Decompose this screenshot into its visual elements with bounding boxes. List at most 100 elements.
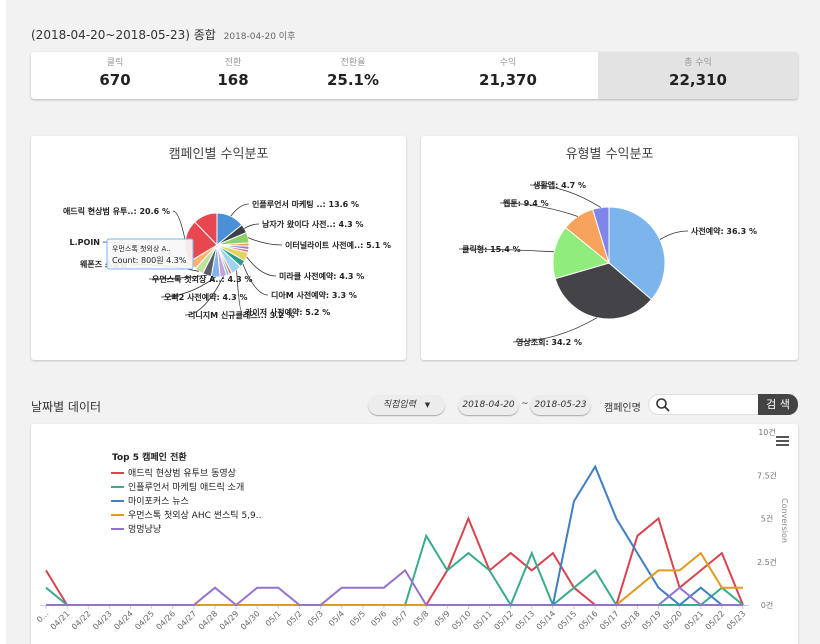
series-line[interactable]	[45, 533, 744, 608]
pie-tooltip-value: Count: 800원 4.3%	[112, 256, 187, 265]
x-tick-label: 05/10	[450, 609, 473, 632]
pie-data-label: 인플루언서 마케팅 ..: 13.6 %	[252, 199, 359, 209]
caret-down-icon: ▼	[424, 401, 431, 409]
x-tick-label: 04/28	[197, 609, 220, 632]
x-tick-label: 05/1	[264, 609, 283, 628]
y-tick-label: 2.5건	[757, 557, 777, 567]
end-date-input[interactable]: 2018-05-23	[530, 395, 591, 415]
x-tick-label: 04/27	[176, 609, 199, 632]
pie-connector-line	[172, 210, 186, 241]
x-tick-label: 04/22	[70, 609, 93, 632]
legend-item: 애드릭 현상범 유투브 동영상	[128, 467, 236, 479]
x-tick-label: 05/3	[306, 609, 325, 628]
pie-data-label: 디아M 사전예약: 3.3 %	[271, 290, 357, 300]
stat-revenue: 수익 21,370	[413, 52, 603, 99]
stat-conversion-rate: 전환율 25.1%	[293, 52, 413, 99]
x-tick-label: 04/21	[49, 609, 72, 632]
x-tick-label: 05/23	[725, 609, 748, 632]
legend-item: 마이포커스 뉴스	[128, 496, 189, 507]
x-tick-label: 05/13	[514, 609, 537, 632]
stat-conversions: 전환 168	[173, 52, 293, 99]
page-title: (2018-04-20~2018-05-23) 종합 2018-04-20 이후	[31, 26, 295, 43]
window-edge	[0, 0, 6, 644]
x-tick-label: 05/4	[327, 609, 346, 628]
legend-item: 인플루언서 마케팅 애드릭 소개	[128, 481, 244, 493]
pie-data-label: 미라클 사전예약: 4.3 %	[279, 271, 364, 281]
daily-conversion-line-chart: 0건2.5건5건7.5건10건Conversion0...04/2104/220…	[35, 427, 789, 632]
x-tick-label: 0...	[35, 609, 50, 624]
pie-data-label: 리니지M 신규클래스..: 3.2 %	[188, 310, 295, 320]
x-tick-label: 04/23	[91, 609, 114, 632]
legend-item: 멍멍냥냥	[128, 524, 161, 535]
stat-label: 수익	[499, 58, 517, 68]
pie-data-label: 우먼스톡 첫외상 A..: 4.3 %	[152, 274, 252, 284]
pie-data-label: 이터널라이트 사전예..: 5.1 %	[285, 240, 391, 250]
x-tick-label: 05/7	[390, 609, 409, 628]
x-tick-label: 05/17	[598, 609, 621, 632]
pie-data-label: L.POIN	[70, 238, 100, 247]
x-tick-label: 05/15	[556, 609, 579, 632]
pie-connector-line	[246, 256, 277, 277]
stat-value: 21,370	[479, 71, 537, 89]
stat-label: 총 수익	[684, 58, 712, 68]
pie-data-label: 남자가 왔이다 사전..: 4.3 %	[262, 219, 364, 229]
stat-value: 168	[217, 71, 249, 89]
legend-title: Top 5 캠페인 전환	[112, 451, 187, 463]
type-pie-chart: 사전예약: 36.3 % 영상조회: 34.2 % 클릭형: 15.4 % 웹툰: 9…	[458, 180, 757, 347]
pie-data-label: 웹툰: 9.4 %	[503, 198, 549, 208]
x-tick-label: 05/19	[640, 609, 663, 632]
daily-data-title: 날짜별 데이터	[31, 400, 102, 414]
x-tick-label: 05/11	[471, 609, 494, 632]
x-tick-label: 05/6	[369, 609, 388, 628]
daily-line-panel: 0건 2.5건 5건 7.5건 10건 Conversion 0... 04/21 04/22 0…	[31, 424, 798, 644]
pie-data-label: 생활앱: 4.7 %	[533, 180, 586, 190]
x-tick-label: 05/16	[577, 609, 600, 632]
x-tick-label: 05/8	[412, 609, 431, 628]
pie-data-label: 영상조회: 34.2 %	[516, 337, 582, 347]
date-mode-label: 직접입력	[382, 400, 416, 410]
x-tick-label: 05/20	[661, 609, 684, 632]
pie-data-label: 클릭형: 15.4 %	[462, 244, 521, 254]
x-tick-label: 05/12	[492, 609, 515, 632]
x-tick-label: 05/5	[348, 609, 367, 628]
x-tick-label: 05/14	[535, 609, 558, 632]
x-tick-label: 04/30	[239, 609, 262, 632]
stat-value: 25.1%	[326, 71, 380, 89]
x-tick-label: 04/25	[133, 609, 156, 632]
pie-data-label: 애드릭 현상범 유투..: 20.6 %	[63, 206, 170, 216]
x-tick-label: 04/29	[218, 609, 241, 632]
campaign-pie-chart: 인플루언서 마케팅 ..: 13.6 % 남자가 왔이다 사전..: 4.3 % 이…	[63, 199, 391, 320]
legend-item: 우먼스톡 첫외상 AHC 썬스틱 5,9..	[128, 509, 262, 521]
search-button[interactable]: 검 색	[758, 394, 798, 415]
stat-value: 22,310	[669, 71, 727, 89]
period-subtitle: 2018-04-20 이후	[223, 32, 296, 42]
pie-data-label: 사전예약: 36.3 %	[691, 226, 757, 236]
pie-connector-line	[659, 230, 689, 240]
pie-connector-line	[247, 237, 283, 246]
date-mode-dropdown[interactable]: 직접입력 ▼	[368, 395, 445, 415]
campaign-search-input[interactable]	[648, 394, 760, 415]
dashboard: (2018-04-20~2018-05-23) 종합 2018-04-20 이후…	[0, 0, 820, 644]
x-tick-label: 05/18	[619, 609, 642, 632]
period-title: (2018-04-20~2018-05-23) 종합	[31, 28, 216, 42]
x-tick-label: 04/26	[154, 609, 177, 632]
y-axis-title: Conversion	[780, 498, 789, 543]
pie-data-label: 오빠2 사전예약: 4.3 %	[164, 292, 247, 302]
y-tick-label: 0건	[761, 600, 773, 610]
stat-label: 전환율	[340, 58, 366, 68]
stat-total-revenue: 총 수익 22,310	[598, 52, 798, 99]
campaign-pie-panel: 캠페인별 수익분포 인플루언서 마케팅 ..: 13.6 % 남자가 왔이다 사전…	[31, 136, 406, 360]
x-tick-label: 04/24	[112, 609, 135, 632]
pie-tooltip-title: 우먼스톡 첫외상 A..	[112, 244, 171, 253]
x-tick-label: 05/2	[285, 609, 304, 628]
summary-stats-bar: 클릭 670 전환 168 전환율 25.1% 수익 21,370 총 수익 2…	[31, 52, 798, 99]
y-tick-label: 7.5건	[757, 470, 777, 480]
y-tick-label: 5건	[761, 514, 773, 524]
search-icon	[656, 398, 670, 412]
y-tick-label: 10건	[758, 427, 776, 437]
start-date-input[interactable]: 2018-04-20	[458, 395, 519, 415]
x-tick-label: 05/21	[683, 609, 706, 632]
pie-connector-line	[230, 203, 250, 217]
chart-menu-icon[interactable]	[776, 436, 789, 446]
stat-label: 전환	[224, 58, 242, 68]
